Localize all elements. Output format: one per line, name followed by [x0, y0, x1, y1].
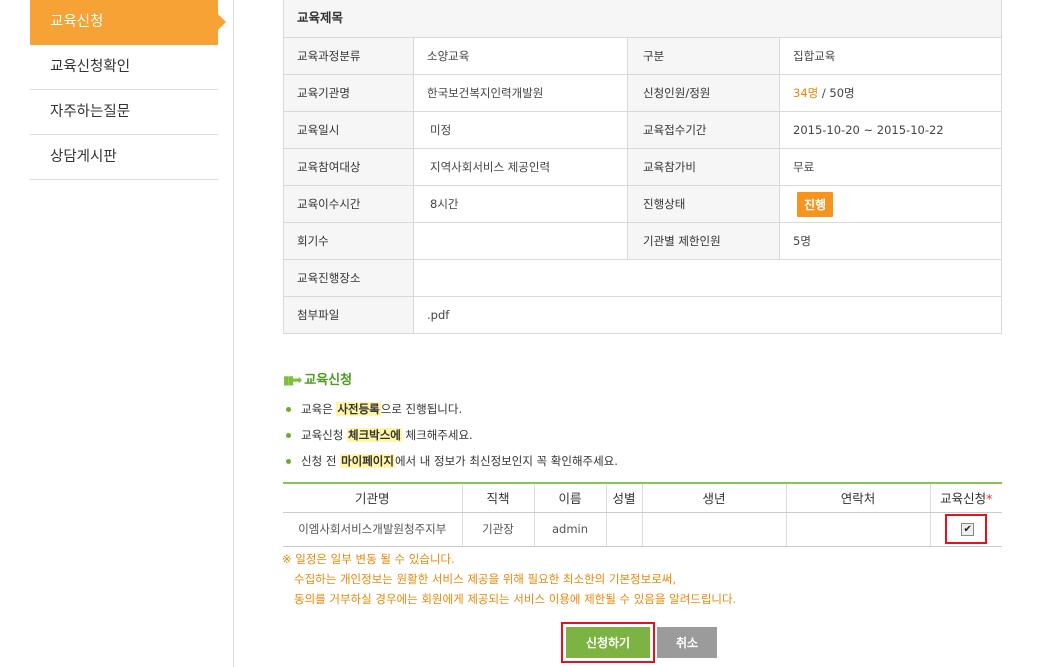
list-item: 교육신청 체크박스에 체크해주세요.	[286, 425, 618, 451]
info-label: 진행상태	[627, 185, 780, 223]
col-apply: 교육신청*	[929, 482, 1002, 513]
guide-list: 교육은 사전등록으로 진행됩니다. 교육신청 체크박스에 체크해주세요. 신청 …	[286, 399, 618, 477]
bullet-highlight: 사전등록	[336, 402, 381, 416]
info-row: 교육진행장소	[283, 259, 1002, 297]
sidebar-item-apply-check[interactable]: 교육신청확인	[30, 45, 218, 90]
col-contact: 연락처	[785, 482, 930, 513]
notice-line: 동의를 거부하실 경우에는 회원에게 제공되는 서비스 이용에 제한될 수 있음…	[294, 592, 737, 606]
notice-text: ※ 일정은 일부 변동 될 수 있습니다. 수집하는 개인정보는 원활한 서비스…	[282, 549, 736, 609]
bullet-text: 신청 전	[301, 454, 341, 468]
applicant-table: 기관명 직책 이름 성별 생년 연락처 교육신청* 이엠사회서비스개발원청주지부…	[283, 482, 1002, 547]
info-label: 교육접수기간	[627, 111, 780, 149]
bullet-dot-icon	[286, 433, 291, 438]
required-mark: *	[986, 491, 993, 507]
apply-checkbox-highlight: ✔	[945, 513, 988, 544]
col-apply-label: 교육신청	[940, 491, 987, 507]
info-row: 교육일시 미정 교육접수기간 2015-10-20 ~ 2015-10-22	[283, 111, 1002, 149]
sidebar-item-faq[interactable]: 자주하는질문	[30, 90, 218, 135]
bullet-text: 체크해주세요.	[401, 428, 473, 442]
info-label: 교육과정분류	[283, 37, 414, 75]
bullet-text: 교육은	[301, 402, 337, 416]
info-label: 교육진행장소	[283, 259, 414, 297]
col-birth: 생년	[641, 482, 786, 513]
info-row: 교육참여대상 지역사회서비스 제공인력 교육참가비 무료	[283, 148, 1002, 186]
info-label: 교육일시	[283, 111, 414, 149]
bullet-text: 교육신청	[301, 428, 347, 442]
capacity-count: 50명	[829, 86, 855, 100]
course-info-table: 교육제목 교육과정분류 소양교육 구분 집합교육 교육기관명 한국보건복지인력개…	[283, 0, 1002, 334]
section-title-text: 교육신청	[304, 373, 353, 388]
cell-birth	[641, 512, 786, 547]
info-row: 회기수 기관별 제한인원 5명	[283, 222, 1002, 260]
list-item: 교육은 사전등록으로 진행됩니다.	[286, 399, 618, 425]
cell-name: admin	[533, 512, 606, 547]
notice-line: ※ 일정은 일부 변동 될 수 있습니다.	[282, 552, 455, 566]
info-label: 신청인원/정원	[627, 74, 780, 112]
apply-button[interactable]: 신청하기	[566, 627, 650, 658]
info-value: 8시간	[413, 185, 628, 223]
info-value	[413, 222, 628, 260]
info-row: 교육기관명 한국보건복지인력개발원 신청인원/정원 34명 / 50명	[283, 74, 1002, 112]
status-badge: 진행	[797, 191, 834, 217]
info-value: 무료	[779, 148, 1002, 186]
info-value	[413, 259, 1002, 297]
info-label: 교육참여대상	[283, 148, 414, 186]
list-item: 신청 전 마이페이지에서 내 정보가 최신정보인지 꼭 확인해주세요.	[286, 451, 618, 477]
status-cell: 진행	[779, 185, 1002, 223]
bullet-highlight: 체크박스에	[346, 428, 402, 442]
cell-apply: ✔	[929, 512, 1002, 547]
table-row: 이엠사회서비스개발원청주지부 기관장 admin ✔	[283, 512, 1002, 547]
info-label: 교육이수시간	[283, 185, 414, 223]
info-value: 소양교육	[413, 37, 628, 75]
cell-org: 이엠사회서비스개발원청주지부	[283, 512, 462, 547]
bullet-highlight: 마이페이지	[340, 454, 395, 468]
arrow-right-icon: ▮▮➡	[283, 373, 302, 387]
col-org: 기관명	[283, 482, 462, 513]
col-gender: 성별	[605, 482, 642, 513]
sidebar-menu: 교육신청 교육신청확인 자주하는질문 상담게시판	[30, 0, 226, 180]
info-row: 첨부파일 .pdf	[283, 296, 1002, 334]
section-title: ▮▮➡ 교육신청	[283, 369, 352, 388]
info-label: 교육참가비	[627, 148, 780, 186]
applied-count: 34명	[793, 86, 819, 100]
info-label: 첨부파일	[283, 296, 414, 334]
info-label: 교육기관명	[283, 74, 414, 112]
info-value: 집합교육	[779, 37, 1002, 75]
table-header-row: 기관명 직책 이름 성별 생년 연락처 교육신청*	[283, 482, 1002, 513]
course-title: 교육제목	[283, 0, 1002, 38]
info-value: 한국보건복지인력개발원	[413, 74, 628, 112]
enrollment-value: 34명 / 50명	[779, 74, 1002, 112]
cell-position: 기관장	[461, 512, 534, 547]
enrollment-sep: /	[818, 86, 830, 100]
bullet-dot-icon	[286, 407, 291, 412]
info-row: 교육과정분류 소양교육 구분 집합교육	[283, 37, 1002, 75]
info-value: 2015-10-20 ~ 2015-10-22	[779, 111, 1002, 149]
sidebar-item-consult-board[interactable]: 상담게시판	[30, 135, 218, 180]
bullet-text: 으로 진행됩니다.	[380, 402, 463, 416]
attachment-link[interactable]: .pdf	[413, 296, 1002, 334]
col-name: 이름	[533, 482, 606, 513]
bullet-text: 에서 내 정보가 최신정보인지 꼭 확인해주세요.	[394, 454, 618, 468]
sidebar-divider	[233, 0, 234, 667]
col-position: 직책	[461, 482, 534, 513]
info-label: 기관별 제한인원	[627, 222, 780, 260]
info-label: 구분	[627, 37, 780, 75]
apply-button-highlight: 신청하기	[561, 622, 655, 663]
notice-line: 수집하는 개인정보는 원활한 서비스 제공을 위해 필요한 최소한의 기본정보로…	[294, 572, 677, 586]
info-row: 교육이수시간 8시간 진행상태 진행	[283, 185, 1002, 223]
cancel-button[interactable]: 취소	[657, 627, 717, 658]
bullet-dot-icon	[286, 459, 291, 464]
apply-checkbox[interactable]: ✔	[961, 522, 975, 536]
cell-contact	[785, 512, 930, 547]
info-value: 미정	[413, 111, 628, 149]
info-label: 회기수	[283, 222, 414, 260]
info-value: 5명	[779, 222, 1002, 260]
info-value: 지역사회서비스 제공인력	[413, 148, 628, 186]
cell-gender	[605, 512, 642, 547]
sidebar-item-apply[interactable]: 교육신청	[30, 0, 226, 45]
